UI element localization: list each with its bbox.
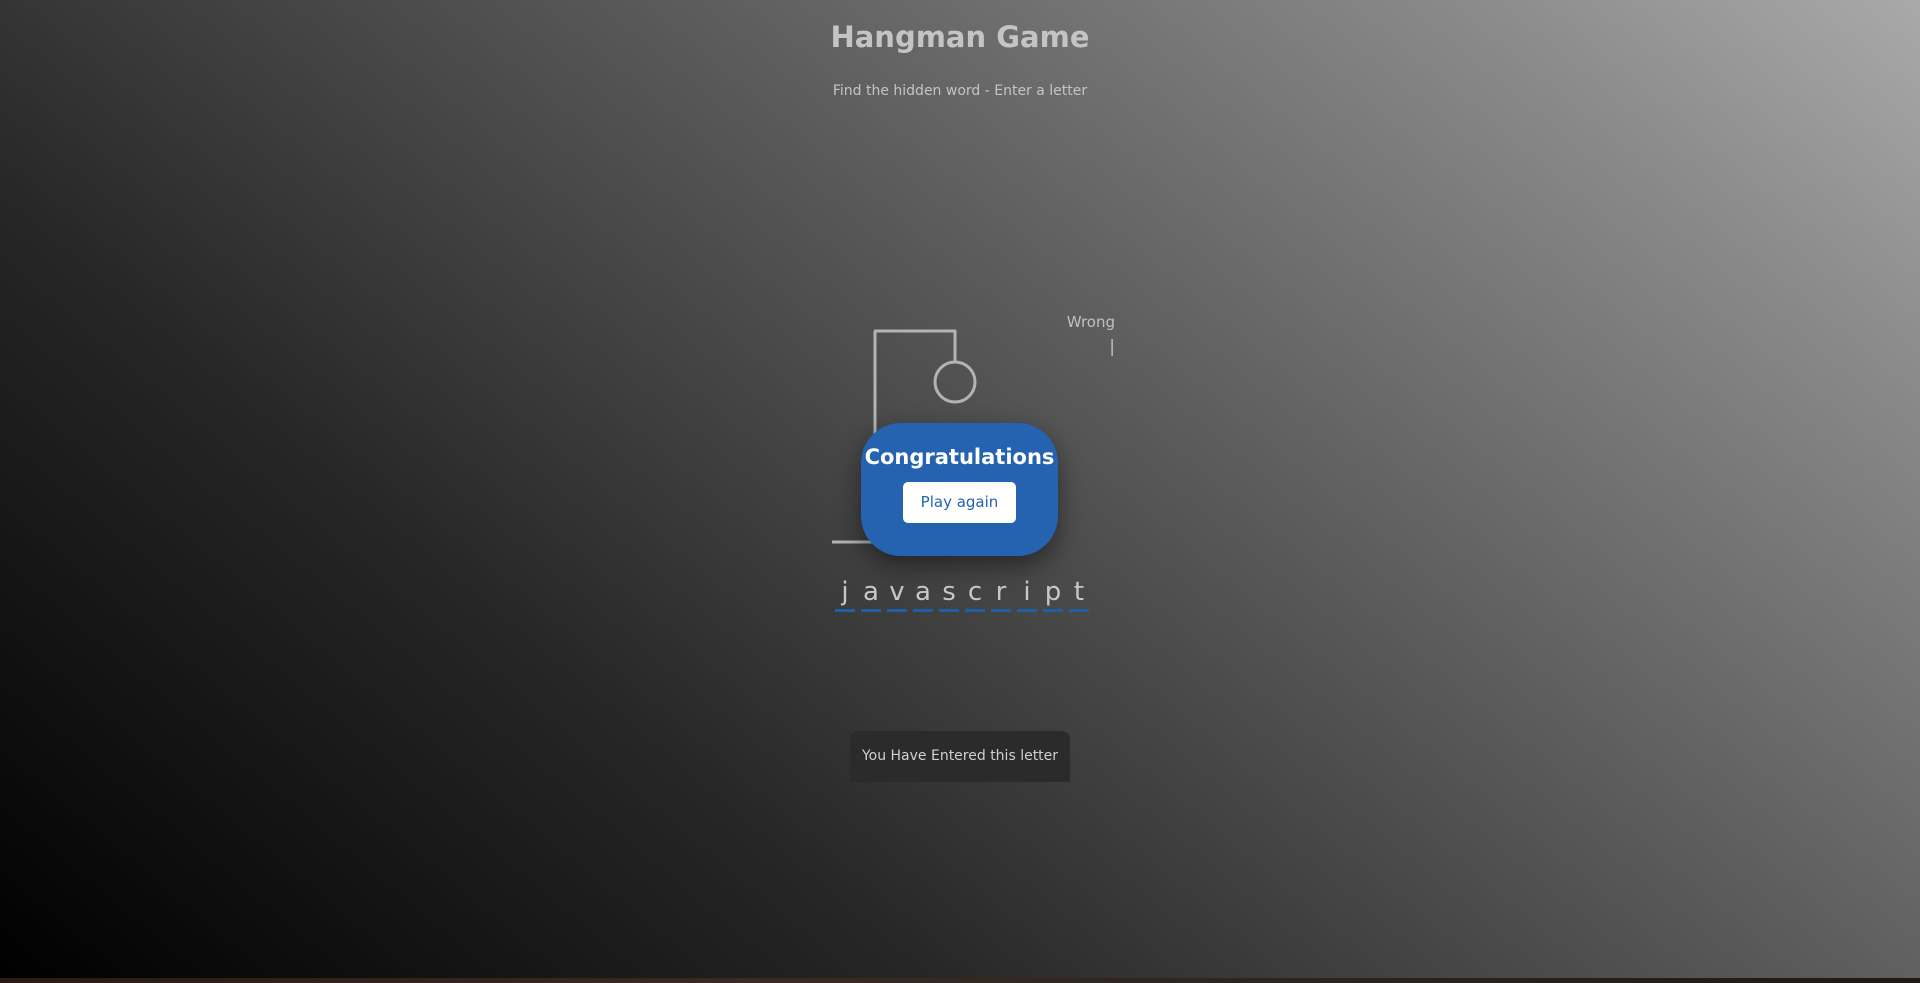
wrong-label: Wrong	[1066, 313, 1115, 331]
page-subtitle: Find the hidden word - Enter a letter	[832, 83, 1088, 99]
hidden-word: j a v a s c r i p t	[832, 576, 1092, 612]
word-letter: t	[1069, 576, 1089, 612]
word-letter: a	[913, 576, 933, 612]
popup-title: Congratulations	[864, 445, 1055, 469]
bottom-strip	[0, 978, 1920, 983]
notification-toast: You Have Entered this letter	[850, 731, 1070, 782]
page-title: Hangman Game	[830, 20, 1090, 54]
word-letter: c	[965, 576, 985, 612]
word-letter: i	[1017, 576, 1037, 612]
hangman-head	[933, 360, 977, 404]
wrong-letters-panel: Wrong |	[1040, 313, 1115, 357]
wrong-letters-list: |	[1109, 337, 1115, 357]
word-letter: v	[887, 576, 907, 612]
play-again-button[interactable]: Play again	[903, 482, 1016, 523]
word-letter: p	[1043, 576, 1063, 612]
word-letter: r	[991, 576, 1011, 612]
word-letter: j	[835, 576, 855, 612]
word-letter: s	[939, 576, 959, 612]
win-popup: Congratulations Play again	[861, 423, 1058, 556]
word-letter: a	[861, 576, 881, 612]
